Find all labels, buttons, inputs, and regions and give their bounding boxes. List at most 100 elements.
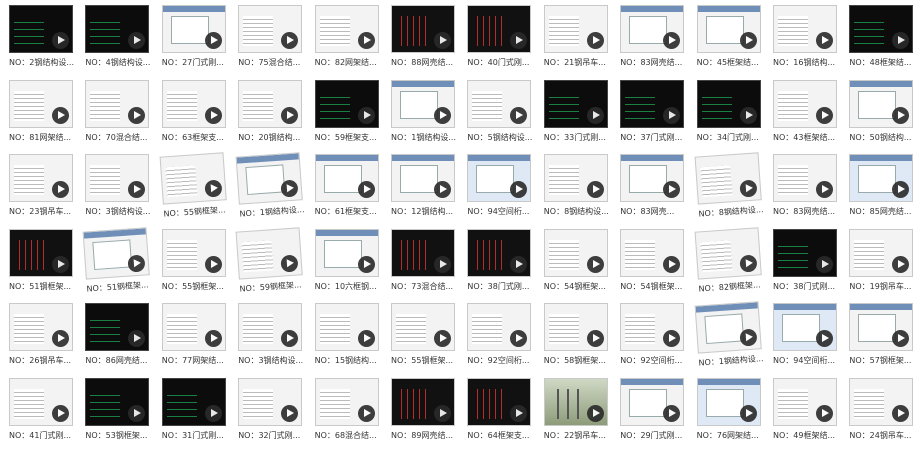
video-caption[interactable]: NO：15钢结构... (315, 356, 391, 366)
play-icon[interactable] (510, 181, 528, 198)
video-caption[interactable]: NO：1钢结构设... (239, 204, 316, 219)
play-icon[interactable] (892, 255, 910, 273)
video-item[interactable]: NO：92空间桁... (467, 303, 543, 375)
video-item[interactable]: NO：15钢结构... (314, 303, 391, 375)
video-item[interactable]: NO：92空间桁... (620, 303, 696, 375)
video-caption[interactable]: NO：54钢框架... (620, 282, 696, 292)
video-item[interactable]: NO：48框架结... (849, 5, 920, 77)
video-item[interactable]: NO：83网壳结... (773, 154, 849, 226)
play-icon[interactable] (892, 404, 910, 422)
play-icon[interactable] (128, 106, 146, 124)
play-icon[interactable] (52, 181, 69, 198)
video-thumbnail[interactable] (238, 303, 303, 351)
video-item[interactable]: NO：82网架结... (314, 5, 391, 77)
video-item[interactable]: NO：55钢框架... (391, 303, 467, 375)
play-icon[interactable] (128, 32, 146, 49)
video-caption[interactable]: NO：86网壳结... (85, 356, 161, 366)
video-item[interactable]: NO：85网壳结... (849, 154, 920, 226)
play-icon[interactable] (510, 106, 528, 124)
video-thumbnail[interactable] (235, 152, 303, 205)
video-caption[interactable]: NO：68混合结... (315, 431, 391, 441)
play-icon[interactable] (663, 32, 681, 49)
play-icon[interactable] (739, 32, 757, 49)
video-caption[interactable]: NO：50钢结构... (849, 133, 920, 143)
video-caption[interactable]: NO：83网壳... (620, 207, 696, 217)
video-thumbnail[interactable] (238, 79, 303, 128)
video-caption[interactable]: NO：81网架结... (9, 133, 85, 143)
video-thumbnail[interactable] (161, 377, 226, 426)
play-icon[interactable] (586, 181, 604, 198)
play-icon[interactable] (357, 32, 375, 49)
play-icon[interactable] (357, 255, 375, 273)
play-icon[interactable] (434, 32, 451, 49)
play-icon[interactable] (663, 404, 681, 422)
video-thumbnail[interactable] (391, 228, 455, 277)
video-caption[interactable]: NO：12钢结构... (391, 207, 467, 217)
video-thumbnail[interactable] (773, 79, 837, 128)
video-caption[interactable]: NO：48框架结... (849, 58, 920, 68)
play-icon[interactable] (52, 255, 69, 273)
video-thumbnail[interactable] (620, 154, 685, 202)
play-icon[interactable] (892, 106, 910, 124)
play-icon[interactable] (52, 330, 69, 347)
video-caption[interactable]: NO：58钢框架... (544, 356, 620, 366)
video-thumbnail[interactable] (85, 5, 150, 53)
video-thumbnail[interactable] (849, 377, 914, 426)
play-icon[interactable] (663, 330, 681, 347)
video-thumbnail[interactable] (9, 154, 73, 202)
video-caption[interactable]: NO：32门式刚... (238, 431, 314, 441)
video-caption[interactable]: NO：51钢框架... (9, 282, 85, 292)
play-icon[interactable] (434, 106, 451, 124)
video-caption[interactable]: NO：19钢吊车... (849, 282, 920, 292)
video-thumbnail[interactable] (238, 377, 303, 426)
play-icon[interactable] (204, 330, 222, 347)
video-caption[interactable]: NO：89网壳结... (391, 431, 467, 441)
play-icon[interactable] (434, 181, 451, 198)
video-item[interactable]: NO：55钢框架... (159, 151, 240, 228)
video-thumbnail[interactable] (543, 377, 608, 426)
video-item[interactable]: NO：2钢结构设... (9, 5, 85, 77)
video-item[interactable]: NO：59框架支... (314, 79, 391, 152)
video-thumbnail[interactable] (314, 5, 379, 53)
video-thumbnail[interactable] (620, 303, 685, 351)
video-thumbnail[interactable] (391, 5, 455, 53)
play-icon[interactable] (586, 255, 604, 273)
video-caption[interactable]: NO：85网壳结... (849, 207, 920, 217)
video-item[interactable]: NO：40门式刚... (467, 5, 543, 77)
play-icon[interactable] (204, 404, 222, 422)
video-caption[interactable]: NO：59框架支... (315, 133, 391, 143)
play-icon[interactable] (586, 404, 604, 422)
video-item[interactable]: NO：81网架结... (9, 79, 85, 152)
video-thumbnail[interactable] (694, 301, 762, 354)
play-icon[interactable] (357, 106, 375, 124)
video-caption[interactable]: NO：5钢结构设... (467, 133, 543, 143)
play-icon[interactable] (739, 404, 757, 422)
video-caption[interactable]: NO：83网壳结... (773, 207, 849, 217)
video-thumbnail[interactable] (620, 377, 685, 426)
play-icon[interactable] (738, 179, 758, 198)
video-caption[interactable]: NO：27门式刚... (162, 58, 238, 68)
play-icon[interactable] (510, 255, 528, 273)
video-caption[interactable]: NO：29门式刚... (620, 431, 696, 441)
video-thumbnail[interactable] (543, 303, 608, 351)
play-icon[interactable] (52, 404, 69, 422)
video-item[interactable]: NO：8钢结构设... (543, 154, 620, 226)
play-icon[interactable] (816, 181, 833, 198)
video-thumbnail[interactable] (85, 303, 150, 351)
play-icon[interactable] (738, 328, 758, 347)
video-caption[interactable]: NO：4钢结构设... (85, 58, 161, 68)
video-thumbnail[interactable] (314, 154, 379, 202)
video-thumbnail[interactable] (696, 5, 761, 53)
video-item[interactable]: NO：59钢框架... (235, 226, 317, 303)
video-item[interactable]: NO：70混合结... (85, 79, 161, 152)
video-item[interactable]: NO：21钢吊车... (543, 5, 620, 77)
video-thumbnail[interactable] (696, 79, 761, 128)
play-icon[interactable] (357, 404, 375, 422)
video-item[interactable]: NO：75混合结... (238, 5, 314, 77)
play-icon[interactable] (510, 404, 528, 422)
video-caption[interactable]: NO：22钢吊车... (544, 431, 620, 441)
video-item[interactable]: NO：54钢框架... (543, 228, 620, 301)
video-thumbnail[interactable] (9, 303, 73, 351)
play-icon[interactable] (586, 32, 604, 49)
play-icon[interactable] (510, 330, 528, 347)
